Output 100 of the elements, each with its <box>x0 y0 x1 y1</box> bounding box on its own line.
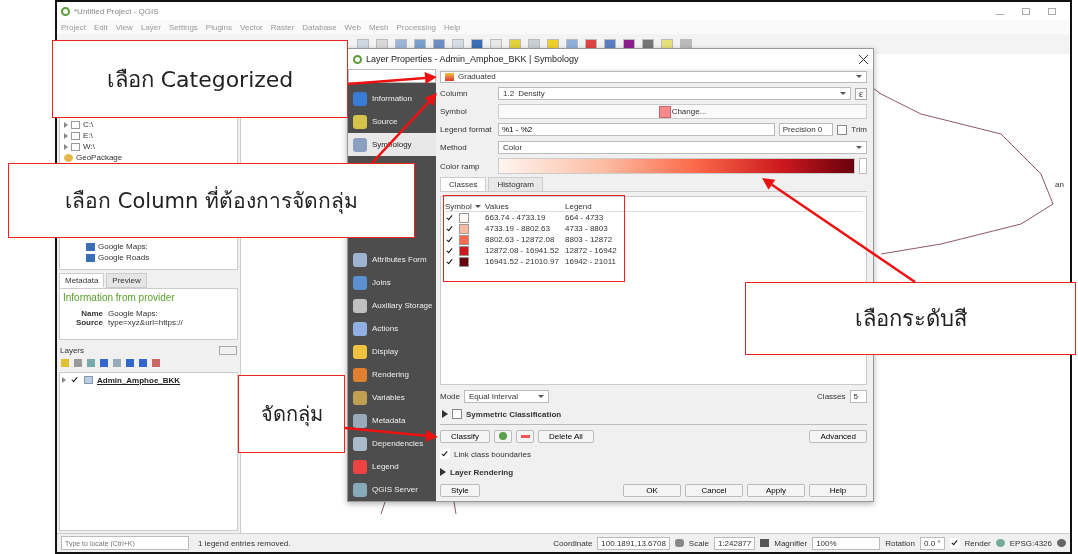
sidebar-item[interactable]: Information <box>348 87 436 110</box>
sidebar-item[interactable]: Source <box>348 110 436 133</box>
table-cell-text: 8802.63 - 12872.08 <box>485 235 556 245</box>
advanced-button[interactable]: Advanced <box>809 429 867 443</box>
scale-field[interactable]: 1:242877 <box>713 536 756 550</box>
callout-note: เลือก Categorized <box>52 40 348 118</box>
color-ramp-button[interactable] <box>498 158 855 174</box>
style-button[interactable]: Style <box>440 483 480 497</box>
panel-controls-icon[interactable] <box>219 346 237 355</box>
column-header[interactable]: Symbol <box>445 201 471 211</box>
field-label: Mode <box>440 391 460 401</box>
map-label: an <box>1055 180 1064 189</box>
browser-item[interactable]: W:\ <box>83 142 95 151</box>
column-header[interactable]: Values <box>485 201 561 211</box>
field-label: Legend format <box>440 125 493 135</box>
field-type-icon: 1.2 <box>503 89 515 99</box>
color-swatch[interactable] <box>459 256 469 267</box>
browser-item[interactable]: Google Roads <box>98 253 150 262</box>
checkbox[interactable] <box>452 409 462 419</box>
table-cell-text: 4733.19 - 8802.63 <box>485 224 551 234</box>
rotation-field[interactable]: 0.0 ° <box>919 536 945 550</box>
checkbox[interactable] <box>837 124 848 135</box>
field-value: Google Maps: <box>108 309 158 318</box>
callout-note: จัดกลุ่ม <box>238 375 345 453</box>
field-label: Name <box>80 309 103 318</box>
close-button[interactable] <box>859 54 868 64</box>
color-swatch[interactable] <box>459 223 469 234</box>
status-label: Rotation <box>885 538 915 548</box>
color-swatch[interactable] <box>459 212 469 223</box>
status-label: Magnifier <box>774 538 808 548</box>
callout-note: เลือกระดับสี <box>745 282 1076 355</box>
field-label: Source <box>74 318 103 327</box>
column-header[interactable]: Legend <box>565 201 627 211</box>
column-dropdown[interactable]: 1.2 Density <box>498 87 851 101</box>
sidebar-item[interactable]: Dependencies <box>348 432 436 455</box>
expand-arrow-icon[interactable] <box>440 468 446 476</box>
delete-all-button[interactable]: Delete All <box>538 429 594 443</box>
dialog-button[interactable]: OK <box>623 483 681 497</box>
window-title: *Untitled Project - QGIS <box>74 6 159 16</box>
sidebar-item[interactable]: Variables <box>348 386 436 409</box>
checkbox-label: Trim <box>851 125 867 135</box>
renderer-dropdown[interactable]: Graduated <box>440 71 867 83</box>
magnifier-field[interactable]: 100% <box>812 536 881 550</box>
dialog-button[interactable]: Cancel <box>685 483 743 497</box>
polygon-layer-icon <box>84 376 93 384</box>
sidebar-item[interactable]: Actions <box>348 317 436 340</box>
classes-spinbox[interactable]: 5 <box>849 389 867 403</box>
field-label: Column <box>440 89 469 99</box>
browser-item[interactable]: Google Maps: <box>98 242 148 251</box>
mode-dropdown[interactable]: Equal Interval <box>464 389 549 403</box>
remove-class-button[interactable] <box>516 429 534 443</box>
sidebar-item[interactable]: Attributes Form <box>348 248 436 271</box>
geopackage-icon <box>64 153 73 162</box>
sidebar-item[interactable]: Display <box>348 340 436 363</box>
color-swatch[interactable] <box>459 245 469 256</box>
dialog-title: Layer Properties - Admin_Amphoe_BKK | Symbology <box>366 54 579 64</box>
sidebar-item[interactable]: QGIS Server <box>348 478 436 501</box>
legend-format-field[interactable]: %1 - %2 <box>498 123 775 137</box>
browser-item[interactable]: GeoPackage <box>76 153 123 162</box>
sidebar-item[interactable]: Legend <box>348 455 436 478</box>
dialog-button[interactable]: Apply <box>747 483 805 497</box>
browser-item[interactable]: C:\ <box>83 120 94 129</box>
sort-arrow-icon[interactable] <box>475 204 481 208</box>
sidebar-item[interactable]: Rendering <box>348 363 436 386</box>
sidebar-item[interactable]: Metadata <box>348 409 436 432</box>
checkbox-label: Link class boundaries <box>454 449 531 459</box>
sidebar-item[interactable]: Auxiliary Storage <box>348 294 436 317</box>
color-swatch[interactable] <box>459 234 469 245</box>
qgis-logo-icon <box>353 54 362 64</box>
expression-button[interactable]: ε <box>855 87 867 100</box>
sidebar-item[interactable]: Joins <box>348 271 436 294</box>
precision-spinbox[interactable]: Precision 0 <box>778 123 834 137</box>
tab[interactable]: Classes <box>440 177 487 192</box>
qgis-logo-icon <box>61 6 70 16</box>
field-value: type=xyz&url=https:// <box>108 318 183 327</box>
browser-item[interactable]: E:\ <box>83 131 93 140</box>
section-label: Layer Rendering <box>450 467 514 477</box>
table-cell-text: 663.74 - 4733.19 <box>485 213 547 223</box>
method-dropdown[interactable]: Color <box>498 141 867 155</box>
classify-button[interactable]: Classify <box>440 429 490 443</box>
add-class-button[interactable] <box>494 429 512 443</box>
table-cell-text: 12872.08 - 16941.52 <box>485 246 560 256</box>
section-label: Symmetric Classification <box>466 409 562 419</box>
coordinate-field[interactable]: 100.1891,13.6708 <box>597 536 670 550</box>
expand-arrow-icon[interactable] <box>442 410 448 418</box>
status-label: Coordinate <box>553 538 593 548</box>
field-label: Method <box>440 143 468 153</box>
panel-title: Layers <box>60 346 84 355</box>
tab[interactable]: Histogram <box>488 177 543 192</box>
field-label: Classes <box>817 391 846 401</box>
layer-name[interactable]: Admin_Amphoe_BKK <box>97 375 181 385</box>
symbol-swatch-icon <box>658 105 671 118</box>
panel-tab[interactable]: Preview <box>106 273 147 288</box>
status-message: 1 legend entries removed. <box>198 538 291 548</box>
field-label: Color ramp <box>440 161 481 171</box>
panel-tab[interactable]: Metadata <box>59 273 105 288</box>
symbol-button[interactable]: Change... <box>498 104 867 120</box>
dialog-button[interactable]: Help <box>809 483 867 497</box>
maximize-icon[interactable] <box>1022 7 1030 15</box>
crs-button[interactable]: EPSG:4326 <box>1009 538 1052 548</box>
